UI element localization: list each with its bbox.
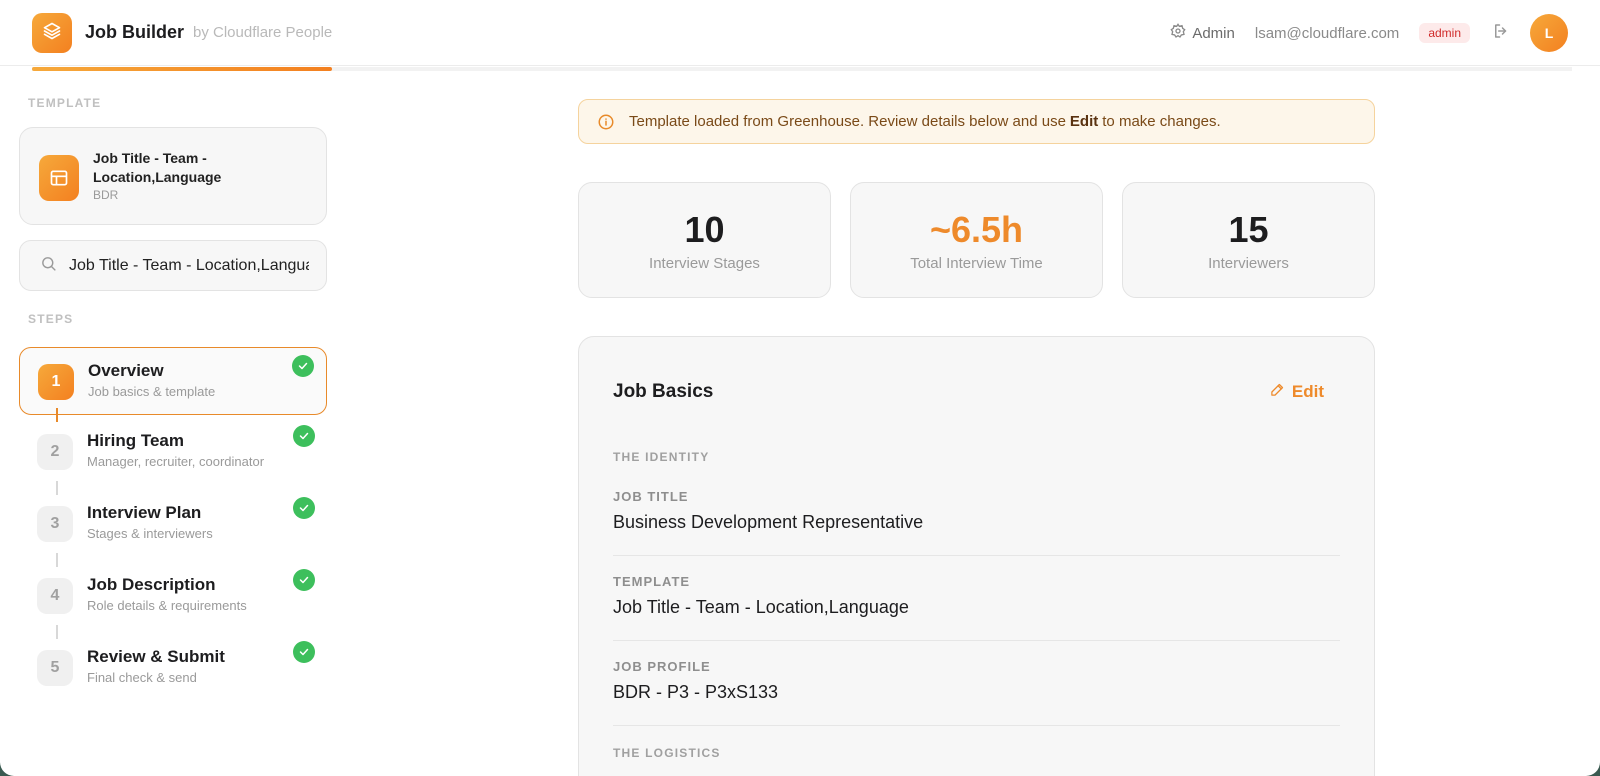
step-number: 2: [37, 434, 73, 470]
check-icon: [293, 497, 315, 519]
logout-icon: [1492, 22, 1510, 45]
step-subtitle: Manager, recruiter, coordinator: [87, 454, 265, 469]
step-number: 1: [38, 364, 74, 400]
divider: [613, 725, 1340, 726]
job-basics-panel: Job Basics Edit THE IDENTITY JOB TITLE B…: [578, 336, 1375, 776]
template-icon: [39, 155, 79, 201]
admin-label: Admin: [1192, 24, 1235, 42]
role-badge: admin: [1419, 23, 1470, 43]
step-title: Hiring Team: [87, 431, 184, 450]
gear-icon: [1170, 23, 1186, 43]
sidebar: TEMPLATE Job Title - Team - Location,Lan…: [0, 71, 345, 776]
identity-label: THE IDENTITY: [613, 450, 710, 464]
check-icon: [293, 425, 315, 447]
stat-value: 10: [684, 209, 725, 250]
template-section-label: TEMPLATE: [28, 96, 102, 110]
step-title: Review & Submit: [87, 647, 225, 666]
user-email: lsam@cloudflare.com: [1254, 24, 1400, 42]
template-sub: BDR: [93, 188, 119, 202]
layers-icon: [42, 21, 62, 46]
job-title-label: JOB TITLE: [613, 489, 689, 504]
stat-value: ~6.5h: [929, 209, 1024, 250]
step-subtitle: Stages & interviewers: [87, 526, 213, 541]
template-value: Job Title - Team - Location,Language: [613, 597, 909, 617]
stat-interviewers: 15 Interviewers: [1122, 182, 1375, 298]
step-number: 3: [37, 506, 73, 542]
step-hiring-team[interactable]: 2 Hiring Team Manager, recruiter, coordi…: [19, 418, 327, 486]
job-title-value: Business Development Representative: [613, 512, 924, 532]
stat-value: 15: [1228, 209, 1269, 250]
divider: [613, 555, 1340, 556]
app-subtitle: by Cloudflare People: [193, 24, 333, 41]
step-subtitle: Role details & requirements: [87, 598, 247, 613]
check-icon: [293, 569, 315, 591]
step-title: Overview: [88, 361, 164, 380]
template-name: Job Title - Team - Location,Language: [93, 150, 222, 185]
check-icon: [293, 641, 315, 663]
logistics-label: THE LOGISTICS: [613, 746, 721, 760]
step-subtitle: Job basics & template: [88, 384, 216, 399]
step-number: 4: [37, 578, 73, 614]
app-logo[interactable]: [32, 13, 72, 53]
steps-section-label: STEPS: [28, 312, 74, 326]
job-profile-label: JOB PROFILE: [613, 659, 711, 674]
job-profile-value: BDR - P3 - P3xS133: [613, 682, 779, 702]
top-header: Job Builder by Cloudflare People Admin l…: [0, 0, 1600, 66]
logout-button[interactable]: [1492, 22, 1510, 45]
banner-text-end: to make changes.: [1102, 113, 1221, 130]
panel-title: Job Basics: [613, 381, 714, 402]
step-number: 5: [37, 650, 73, 686]
edit-button[interactable]: Edit: [1270, 382, 1324, 402]
info-banner: Template loaded from Greenhouse. Review …: [578, 99, 1375, 144]
search-input[interactable]: [69, 256, 309, 275]
step-subtitle: Final check & send: [87, 670, 197, 685]
step-job-description[interactable]: 4 Job Description Role details & require…: [19, 562, 327, 630]
step-overview[interactable]: 1 Overview Job basics & template: [19, 347, 327, 415]
template-label: TEMPLATE: [613, 574, 691, 589]
info-icon: [597, 113, 615, 131]
step-interview-plan[interactable]: 3 Interview Plan Stages & interviewers: [19, 490, 327, 558]
stat-total-interview-time: ~6.5h Total Interview Time: [850, 182, 1103, 298]
template-card[interactable]: Job Title - Team - Location,Language BDR: [19, 127, 327, 225]
stat-label: Interviewers: [1208, 255, 1289, 272]
app-window: Job Builder by Cloudflare People Admin l…: [0, 0, 1600, 776]
stat-label: Interview Stages: [649, 255, 760, 272]
search-icon: [40, 255, 57, 277]
divider: [613, 640, 1340, 641]
step-title: Job Description: [87, 575, 216, 594]
avatar[interactable]: L: [1530, 14, 1568, 52]
stat-label: Total Interview Time: [910, 255, 1043, 272]
check-icon: [292, 355, 314, 377]
edit-label: Edit: [1291, 382, 1324, 401]
pencil-icon: [1270, 382, 1285, 402]
app-title: Job Builder: [85, 22, 185, 42]
admin-link[interactable]: Admin: [1170, 23, 1235, 43]
stat-interview-stages: 10 Interview Stages: [578, 182, 831, 298]
step-review-submit[interactable]: 5 Review & Submit Final check & send: [19, 634, 327, 702]
step-title: Interview Plan: [87, 503, 202, 522]
template-search[interactable]: [19, 240, 327, 291]
banner-text: Template loaded from Greenhouse. Review …: [629, 113, 1066, 130]
banner-bold: Edit: [1069, 113, 1099, 130]
